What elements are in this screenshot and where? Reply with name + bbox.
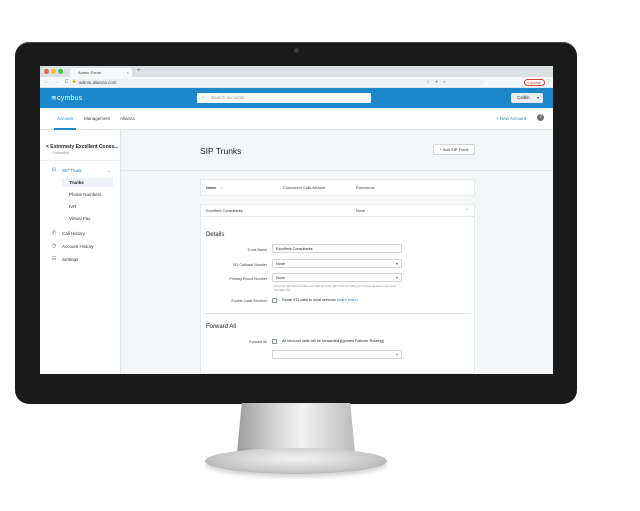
- sidebar-item-label: SIP Trunk: [62, 167, 82, 173]
- primary-phone-hint: Used for identifying outbound calls from…: [274, 284, 396, 292]
- forward-all-select[interactable]: ▾: [272, 350, 402, 359]
- settings-icon: ☷: [51, 256, 57, 262]
- new-tab-icon[interactable]: +: [137, 68, 141, 74]
- sub-navigation: Account Management Alianza + New Account…: [40, 108, 553, 130]
- browser-menu-icon[interactable]: ⋮: [546, 79, 551, 85]
- column-name[interactable]: Name: [206, 186, 216, 190]
- sort-up-icon[interactable]: ↑: [221, 186, 223, 190]
- sidebar-item-trunks[interactable]: Trunks: [69, 180, 84, 185]
- extensions-cell: None: [356, 209, 366, 213]
- sidebar-item-label: Call History: [62, 230, 86, 236]
- monitor-neck: [237, 403, 355, 453]
- local-services-description: Route 911 calls to local services: [282, 298, 336, 302]
- tab-account[interactable]: Account: [57, 116, 73, 121]
- chevron-down-icon: ▾: [395, 275, 398, 280]
- sidebar-item-ivr[interactable]: IVR: [69, 204, 77, 209]
- learn-more-link[interactable]: (learn more): [337, 298, 358, 302]
- stage: Admin Portal × + ← → C admin.alianza.com…: [0, 0, 640, 511]
- new-account-link[interactable]: + New Account: [496, 116, 526, 121]
- header-divider: [121, 170, 553, 171]
- extension-icons[interactable]: ☆ ● ◐: [426, 79, 448, 85]
- browser-tab[interactable]: Admin Portal ×: [70, 68, 132, 77]
- user-label: Caitlin: [517, 95, 530, 100]
- primary-phone-select[interactable]: None ▾: [272, 273, 402, 282]
- clock-icon: ◷: [51, 243, 57, 249]
- sidebar-item-account-history[interactable]: ◷ Account History: [51, 243, 94, 249]
- column-concurrent-calls[interactable]: Concurrent Calls Allowed: [283, 186, 325, 190]
- local-services-label: Enable Local Services: [231, 299, 267, 303]
- update-button[interactable]: Update: [524, 79, 545, 86]
- chevron-up-icon[interactable]: ⌃: [466, 208, 469, 213]
- close-window-icon[interactable]: [44, 69, 49, 74]
- browser-nav-buttons[interactable]: ← → C: [44, 79, 70, 85]
- add-sip-trunk-button[interactable]: + Add SIP Trunk: [433, 144, 475, 155]
- browser-address-bar: ← → C admin.alianza.com 🔒 ☆ ● ◐ Update ⋮: [40, 77, 553, 88]
- search-placeholder: Search accounts: [211, 95, 245, 100]
- chevron-down-icon[interactable]: ⌄: [107, 168, 110, 173]
- chevron-down-icon: ▾: [395, 261, 398, 266]
- phone-icon: ✆: [51, 230, 57, 236]
- tab-close-icon[interactable]: ×: [127, 70, 129, 75]
- local-services-text: Route 911 calls to local services (learn…: [282, 298, 358, 302]
- trunk-name-label: Trunk Name: [247, 248, 267, 252]
- callback-number-select[interactable]: None ▾: [272, 259, 402, 268]
- callback-number-label: 911 Callback Number: [232, 263, 267, 267]
- search-icon: ⌕: [202, 95, 205, 101]
- tab-title: Admin Portal: [78, 70, 101, 75]
- section-divider: [205, 313, 470, 314]
- url-text: admin.alianza.com: [79, 80, 117, 85]
- column-extensions[interactable]: Extensions: [356, 186, 375, 190]
- trunk-name-value: Excellent Consultants: [276, 247, 313, 251]
- user-menu-button[interactable]: Caitlin ▾: [511, 93, 543, 103]
- details-heading: Details: [206, 232, 225, 238]
- account-status: Connected: [52, 151, 69, 155]
- table-header: Name ↑ Concurrent Calls Allowed Extensio…: [200, 179, 475, 196]
- forward-all-checkbox[interactable]: [272, 339, 277, 344]
- sidebar-item-label: Settings: [62, 256, 79, 262]
- app-header: ≋cymbus Search accounts ⌕ Caitlin ▾: [40, 88, 553, 108]
- sidebar-item-label: Account History: [62, 243, 94, 249]
- search-input[interactable]: Search accounts: [197, 93, 371, 103]
- sidebar-item-call-history[interactable]: ✆ Call History: [51, 230, 85, 236]
- url-field[interactable]: admin.alianza.com: [69, 79, 484, 86]
- local-services-checkbox[interactable]: [272, 298, 277, 303]
- sidebar-item-settings[interactable]: ☷ Settings: [51, 256, 79, 262]
- sidebar-item-sip-trunk[interactable]: ⊟ SIP Trunk: [51, 167, 82, 173]
- browser-tab-bar: Admin Portal × +: [40, 66, 553, 77]
- lock-icon: 🔒: [72, 79, 77, 83]
- tab-alianza[interactable]: Alianza: [120, 116, 135, 121]
- primary-phone-value: None: [276, 276, 286, 280]
- chevron-down-icon: ▾: [536, 95, 539, 100]
- maximize-window-icon[interactable]: [58, 69, 63, 74]
- account-title[interactable]: < Extremely Excellent Consu...: [46, 144, 119, 150]
- tab-management[interactable]: Management: [84, 116, 110, 121]
- sidebar-item-phone-numbers[interactable]: Phone Numbers: [69, 192, 102, 197]
- sidebar-divider: [40, 160, 120, 161]
- sip-trunk-icon: ⊟: [51, 167, 57, 173]
- trunk-name-cell: Excellent Consultants: [206, 209, 243, 213]
- sidebar-item-virtual-fax[interactable]: Virtual Fax: [69, 216, 90, 221]
- chevron-down-icon: ▾: [395, 352, 398, 357]
- trunk-name-field[interactable]: Excellent Consultants: [272, 244, 402, 253]
- callback-number-value: None: [276, 262, 286, 266]
- cymbus-logo[interactable]: ≋cymbus: [51, 94, 82, 102]
- forward-all-text: All inbound calls will be forwarded (Ign…: [282, 339, 384, 343]
- minimize-window-icon[interactable]: [51, 69, 56, 74]
- monitor-base: [205, 448, 387, 474]
- sidebar: < Extremely Excellent Consu... Connected…: [40, 130, 121, 374]
- camera-icon: [294, 48, 299, 53]
- page-title: SIP Trunks: [200, 146, 242, 156]
- forward-all-heading: Forward All: [206, 324, 237, 330]
- primary-phone-label: Primary Phone Number: [229, 277, 267, 281]
- window-controls: [44, 69, 63, 74]
- help-icon[interactable]: ?: [537, 114, 544, 121]
- screen: Admin Portal × + ← → C admin.alianza.com…: [40, 66, 553, 374]
- table-row[interactable]: Excellent Consultants None ⌃: [200, 204, 475, 217]
- forward-all-label: Forward All: [249, 340, 267, 344]
